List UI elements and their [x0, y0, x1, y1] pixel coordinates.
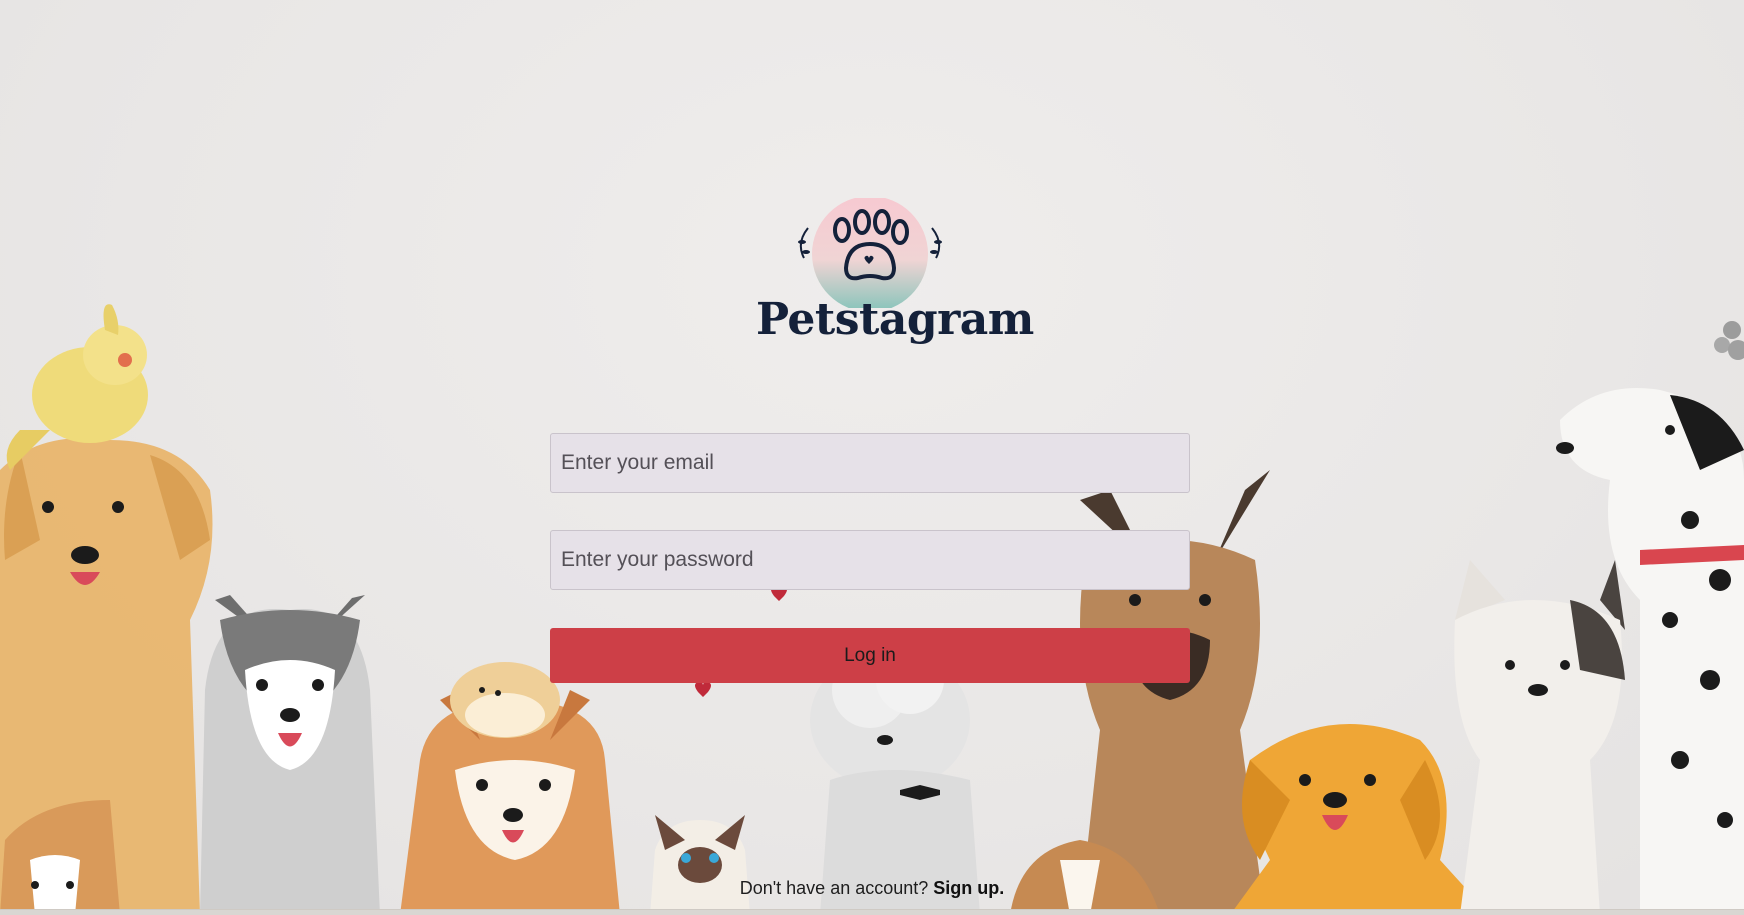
bottom-strip	[0, 909, 1744, 915]
poodle-icon	[810, 646, 980, 915]
paw-print-icon	[1714, 321, 1744, 360]
husky-icon	[200, 595, 380, 915]
signup-prompt-text: Don't have an account?	[739, 878, 929, 898]
french-bulldog-icon	[1454, 560, 1625, 915]
login-button[interactable]: Log in	[550, 628, 1190, 683]
paw-icon	[798, 196, 942, 312]
password-input[interactable]	[550, 530, 1190, 590]
email-input[interactable]	[550, 433, 1190, 493]
brand-logo: Petstagram	[756, 196, 1034, 350]
siamese-cat-icon	[650, 815, 750, 915]
signup-prompt: Don't have an account? Sign up.	[0, 878, 1744, 899]
brand-name: Petstagram	[756, 294, 1034, 345]
hamster-icon	[450, 662, 560, 738]
signup-link[interactable]: Sign up.	[933, 878, 1004, 898]
